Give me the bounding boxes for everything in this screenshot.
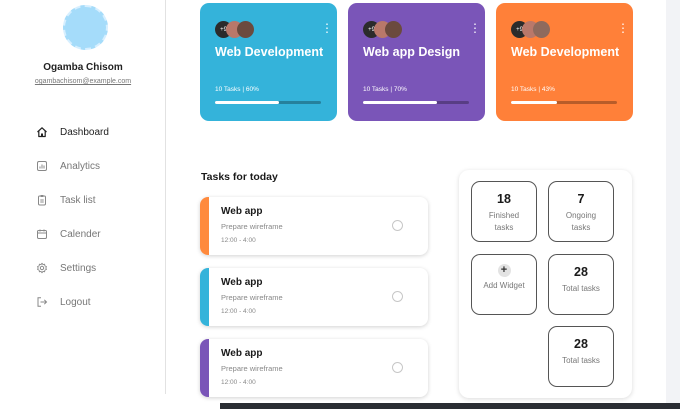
task-name: Web app: [221, 348, 263, 359]
project-title: Web app Design: [363, 45, 461, 59]
plus-icon: +: [497, 264, 511, 277]
user-email[interactable]: ogambachisom@example.com: [0, 78, 166, 85]
stat-total-tasks[interactable]: 28 Total tasks: [548, 254, 614, 315]
stat-ongoing-tasks[interactable]: 7 Ongoing tasks: [548, 181, 614, 242]
user-avatar[interactable]: [63, 5, 108, 50]
home-icon: [36, 126, 48, 138]
chart-icon: [36, 160, 48, 172]
sidebar-item-label: Dashboard: [60, 126, 109, 138]
sidebar-item-settings[interactable]: Settings: [36, 258, 96, 278]
task-description: Prepare wireframe: [221, 293, 283, 302]
stat-label: Total tasks: [562, 356, 600, 365]
task-card[interactable]: Web app Prepare wireframe 12:00 - 4:00: [200, 339, 428, 397]
stat-value: 18: [497, 192, 511, 206]
task-name: Web app: [221, 277, 263, 288]
member-avatar: [237, 21, 254, 38]
sidebar-item-label: Analytics: [60, 160, 101, 172]
project-card[interactable]: +9 ⋮ Web Development 10 Tasks | 43%: [496, 3, 633, 121]
progress-fill: [215, 101, 279, 104]
add-widget-label: Add Widget: [483, 281, 525, 290]
sidebar-item-label: Calender: [60, 228, 101, 240]
stat-value: 28: [574, 337, 588, 351]
sidebar-item-label: Logout: [60, 296, 91, 308]
project-title: Web Development: [215, 45, 324, 59]
sidebar-item-analytics[interactable]: Analytics: [36, 156, 100, 176]
task-time: 12:00 - 4:00: [221, 379, 256, 386]
task-name: Web app: [221, 206, 263, 217]
stat-label: Ongoing tasks: [565, 211, 597, 232]
member-avatar: [385, 21, 402, 38]
sidebar-item-label: Task list: [60, 194, 96, 206]
task-card[interactable]: Web app Prepare wireframe 12:00 - 4:00: [200, 197, 428, 255]
stat-total-tasks[interactable]: 28 Total tasks: [548, 326, 614, 387]
sidebar-item-label: Settings: [60, 262, 97, 274]
project-meta: 10 Tasks | 43%: [511, 86, 555, 93]
progress-bar: [363, 101, 469, 104]
logout-icon: [36, 296, 48, 308]
gear-icon: [36, 262, 48, 274]
sidebar-item-calendar[interactable]: Calender: [36, 224, 101, 244]
task-color-stripe: [200, 339, 209, 397]
project-card[interactable]: +9 ⋮ Web Development 10 Tasks | 60%: [200, 3, 337, 121]
tasks-section-title: Tasks for today: [201, 171, 278, 183]
task-description: Prepare wireframe: [221, 222, 283, 231]
member-avatars: +9: [511, 21, 550, 38]
progress-fill: [511, 101, 557, 104]
scrollbar-track[interactable]: [666, 0, 680, 403]
user-name: Ogamba Chisom: [43, 62, 123, 73]
clipboard-icon: [36, 194, 48, 206]
project-meta: 10 Tasks | 60%: [215, 86, 259, 93]
progress-bar: [215, 101, 321, 104]
member-avatars: +9: [363, 21, 402, 38]
sidebar-item-logout[interactable]: Logout: [36, 292, 91, 312]
progress-fill: [363, 101, 438, 104]
task-card[interactable]: Web app Prepare wireframe 12:00 - 4:00: [200, 268, 428, 326]
stat-value: 28: [574, 265, 588, 279]
project-title: Web Development: [511, 45, 620, 59]
task-time: 12:00 - 4:00: [221, 237, 256, 244]
task-color-stripe: [200, 197, 209, 255]
task-time: 12:00 - 4:00: [221, 308, 256, 315]
task-description: Prepare wireframe: [221, 364, 283, 373]
more-options-icon[interactable]: ⋮: [617, 21, 629, 35]
calendar-icon: [36, 228, 48, 240]
stats-panel: 18 Finished tasks 7 Ongoing tasks + Add …: [459, 170, 632, 398]
member-avatar: [533, 21, 550, 38]
add-widget-button[interactable]: + Add Widget: [471, 254, 537, 315]
sidebar-item-task-list[interactable]: Task list: [36, 190, 96, 210]
project-card[interactable]: +9 ⋮ Web app Design 10 Tasks | 70%: [348, 3, 485, 121]
project-meta: 10 Tasks | 70%: [363, 86, 407, 93]
stat-finished-tasks[interactable]: 18 Finished tasks: [471, 181, 537, 242]
stat-label: Finished tasks: [488, 211, 520, 232]
more-options-icon[interactable]: ⋮: [469, 21, 481, 35]
more-options-icon[interactable]: ⋮: [321, 21, 333, 35]
bottom-bar: [220, 403, 680, 409]
sidebar: Ogamba Chisom ogambachisom@example.com D…: [0, 0, 166, 394]
stat-value: 7: [577, 192, 585, 206]
progress-bar: [511, 101, 617, 104]
task-checkbox[interactable]: [392, 220, 403, 231]
sidebar-item-dashboard[interactable]: Dashboard: [36, 122, 109, 142]
task-checkbox[interactable]: [392, 362, 403, 373]
stat-label: Total tasks: [562, 284, 600, 293]
task-checkbox[interactable]: [392, 291, 403, 302]
member-avatars: +9: [215, 21, 254, 38]
task-color-stripe: [200, 268, 209, 326]
